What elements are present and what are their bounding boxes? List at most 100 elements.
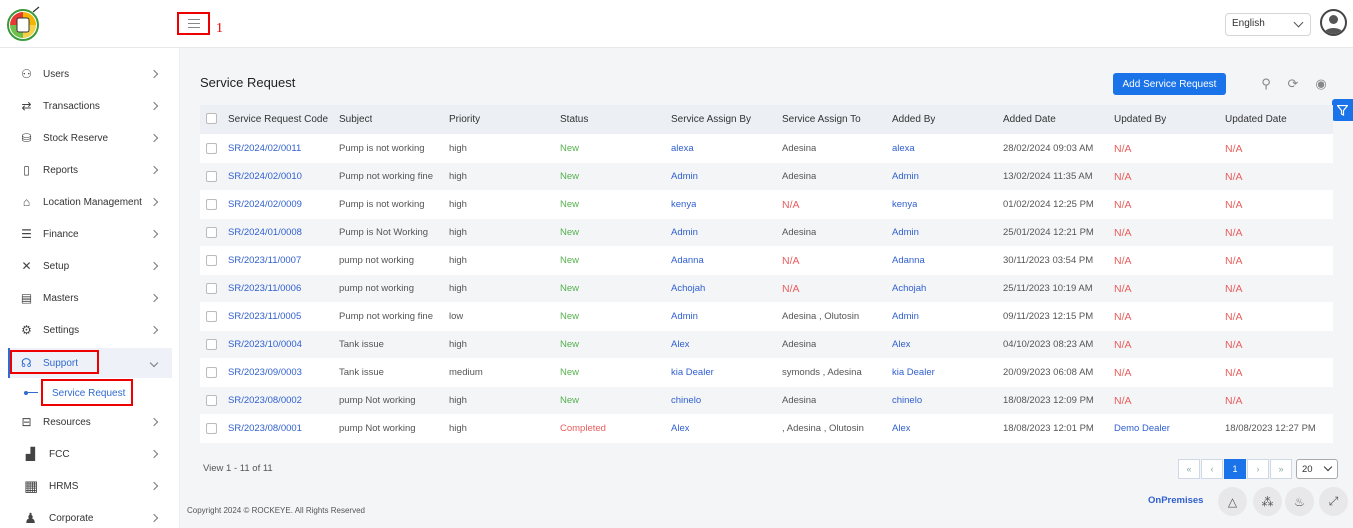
page-size-select[interactable]: 20	[1296, 459, 1338, 479]
user-link[interactable]: Demo Dealer	[1114, 415, 1170, 442]
row-checkbox[interactable]	[206, 227, 217, 238]
user-link[interactable]: Admin	[671, 303, 698, 330]
row-checkbox[interactable]	[206, 199, 217, 210]
table-row: SR/2023/09/0003 Tank issue medium New kia De…	[200, 359, 1333, 387]
sidebar-item-users[interactable]: ⚇ Users	[0, 60, 172, 88]
sidebar-item-fcc[interactable]: ▟ FCC	[0, 440, 172, 468]
user-link[interactable]: kenya	[892, 191, 917, 218]
sidebar-item-settings[interactable]: ⚙ Settings	[0, 316, 172, 344]
request-code-link[interactable]: SR/2023/11/0005	[228, 303, 301, 330]
table-cell: 20/09/2023 06:08 AM	[1003, 367, 1094, 378]
fire-icon[interactable]: ♨	[1285, 487, 1314, 516]
column-header[interactable]: Added Date	[1003, 105, 1056, 134]
user-link[interactable]: Alex	[892, 331, 910, 358]
row-checkbox[interactable]	[206, 367, 217, 378]
table-row: SR/2024/02/0011 Pump is not working high Ne…	[200, 135, 1333, 163]
user-avatar[interactable]	[1320, 9, 1347, 36]
gear-icon: ⚙	[21, 322, 32, 337]
request-code-link[interactable]: SR/2024/02/0009	[228, 191, 302, 218]
request-code-link[interactable]: SR/2023/08/0001	[228, 415, 302, 442]
column-header[interactable]: Service Assign By	[671, 105, 751, 134]
row-checkbox[interactable]	[206, 311, 217, 322]
column-header[interactable]: Subject	[339, 105, 372, 134]
sidebar-item-reports[interactable]: ▯ Reports	[0, 156, 172, 184]
user-link[interactable]: kenya	[671, 191, 696, 218]
request-code-link[interactable]: SR/2023/08/0002	[228, 387, 302, 414]
row-checkbox[interactable]	[206, 423, 217, 434]
fullscreen-icon[interactable]: ⤢	[1319, 487, 1348, 516]
user-link[interactable]: Adanna	[671, 247, 704, 274]
user-link[interactable]: chinelo	[671, 387, 701, 414]
network-icon[interactable]: ⁂	[1253, 487, 1282, 516]
warning-icon[interactable]: △	[1218, 487, 1247, 516]
sidebar-item-stock-reserve[interactable]: ⛁ Stock Reserve	[0, 124, 172, 152]
column-header[interactable]: Service Request Code	[228, 105, 328, 134]
first-page-button[interactable]: «	[1178, 459, 1200, 479]
refresh-icon[interactable]: ⟳	[1285, 76, 1301, 92]
user-link[interactable]: alexa	[671, 135, 694, 162]
add-service-request-button[interactable]: Add Service Request	[1113, 73, 1226, 95]
user-link[interactable]: chinelo	[892, 387, 922, 414]
user-link[interactable]: Alex	[671, 415, 689, 442]
user-link[interactable]: Achojah	[671, 275, 705, 302]
language-select[interactable]: English	[1225, 13, 1311, 36]
request-code-link[interactable]: SR/2024/02/0010	[228, 163, 302, 190]
user-link[interactable]: kia Dealer	[671, 359, 714, 386]
user-link[interactable]: Admin	[892, 219, 919, 246]
sidebar-item-corporate[interactable]: ♟ Corporate	[0, 504, 172, 528]
column-header[interactable]: Status	[560, 105, 588, 134]
request-code-link[interactable]: SR/2023/11/0007	[228, 247, 301, 274]
eye-icon[interactable]: ◉	[1313, 76, 1329, 92]
user-link[interactable]: Alex	[671, 331, 689, 358]
current-page-button[interactable]: 1	[1224, 459, 1246, 479]
table-cell: high	[449, 423, 467, 434]
prev-page-button[interactable]: ‹	[1201, 459, 1223, 479]
user-link[interactable]: Admin	[892, 163, 919, 190]
column-header[interactable]: Priority	[449, 105, 480, 134]
table-cell: 28/02/2024 09:03 AM	[1003, 143, 1094, 154]
sidebar-item-location-management[interactable]: ⌂ Location Management	[0, 188, 172, 216]
request-code-link[interactable]: SR/2023/10/0004	[228, 331, 302, 358]
next-page-button[interactable]: ›	[1247, 459, 1269, 479]
column-header[interactable]: Service Assign To	[782, 105, 861, 134]
user-link[interactable]: Admin	[671, 163, 698, 190]
last-page-button[interactable]: »	[1270, 459, 1292, 479]
user-link[interactable]: Admin	[892, 303, 919, 330]
user-link[interactable]: kia Dealer	[892, 359, 935, 386]
column-header[interactable]: Updated By	[1114, 105, 1166, 134]
sidebar-item-transactions[interactable]: ⇄ Transactions	[0, 92, 172, 120]
row-checkbox[interactable]	[206, 143, 217, 154]
row-checkbox[interactable]	[206, 395, 217, 406]
user-link[interactable]: Adanna	[892, 247, 925, 274]
status-badge: New	[560, 255, 580, 266]
user-link[interactable]: alexa	[892, 135, 915, 162]
search-icon[interactable]: ⚲	[1258, 76, 1274, 92]
column-header[interactable]: Added By	[892, 105, 935, 134]
company-logo[interactable]	[6, 6, 42, 42]
user-link[interactable]: Admin	[671, 219, 698, 246]
calendar-icon: ▦	[24, 477, 39, 495]
select-all-checkbox[interactable]	[206, 113, 217, 124]
user-link[interactable]: Alex	[892, 415, 910, 442]
row-checkbox[interactable]	[206, 283, 217, 294]
row-checkbox[interactable]	[206, 339, 217, 350]
request-code-link[interactable]: SR/2024/01/0008	[228, 219, 302, 246]
menu-toggle-button[interactable]	[177, 12, 210, 35]
na-value: N/A	[1114, 226, 1132, 239]
column-header[interactable]: Updated Date	[1225, 105, 1287, 134]
sidebar-item-finance[interactable]: ☰ Finance	[0, 220, 172, 248]
sidebar-item-setup[interactable]: ✕ Setup	[0, 252, 172, 280]
request-code-link[interactable]: SR/2023/09/0003	[228, 359, 302, 386]
request-code-link[interactable]: SR/2024/02/0011	[228, 135, 301, 162]
user-link[interactable]: Achojah	[892, 275, 926, 302]
sidebar-item-resources[interactable]: ⊟ Resources	[0, 408, 172, 436]
sidebar-item-masters[interactable]: ▤ Masters	[0, 284, 172, 312]
deployment-mode: OnPremises	[1148, 495, 1204, 506]
status-badge: New	[560, 227, 580, 238]
na-value: N/A	[1225, 282, 1243, 295]
sidebar-item-hrms[interactable]: ▦ HRMS	[0, 472, 172, 500]
filter-button[interactable]	[1332, 99, 1353, 121]
row-checkbox[interactable]	[206, 255, 217, 266]
row-checkbox[interactable]	[206, 171, 217, 182]
request-code-link[interactable]: SR/2023/11/0006	[228, 275, 301, 302]
